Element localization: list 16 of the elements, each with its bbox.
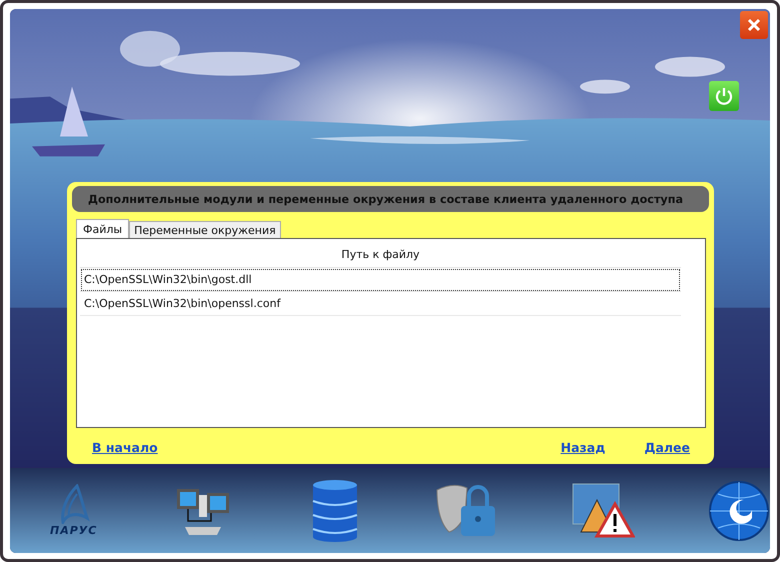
database-icon[interactable] bbox=[310, 478, 360, 542]
back-link[interactable]: Назад bbox=[560, 440, 606, 455]
logo-text: ПАРУС bbox=[50, 524, 98, 537]
power-icon bbox=[714, 86, 734, 106]
tab[interactable]: Переменные окружения bbox=[129, 221, 281, 238]
next-link[interactable]: Далее bbox=[644, 440, 690, 455]
start-link[interactable]: В начало bbox=[92, 440, 158, 455]
globe-icon[interactable] bbox=[708, 480, 770, 542]
panel-title: Дополнительные модули и переменные окружения в составе клиента удаленного доступа bbox=[72, 186, 709, 212]
close-button[interactable] bbox=[740, 11, 768, 39]
table-row[interactable]: C:\OpenSSL\Win32\bin\openssl.conf bbox=[80, 292, 681, 316]
table-row[interactable]: C:\OpenSSL\Win32\bin\gost.dll bbox=[80, 268, 681, 292]
close-icon bbox=[747, 18, 761, 32]
tab[interactable]: Файлы bbox=[76, 219, 130, 238]
power-button[interactable] bbox=[709, 81, 739, 111]
column-header[interactable]: Путь к файлу bbox=[80, 243, 681, 267]
